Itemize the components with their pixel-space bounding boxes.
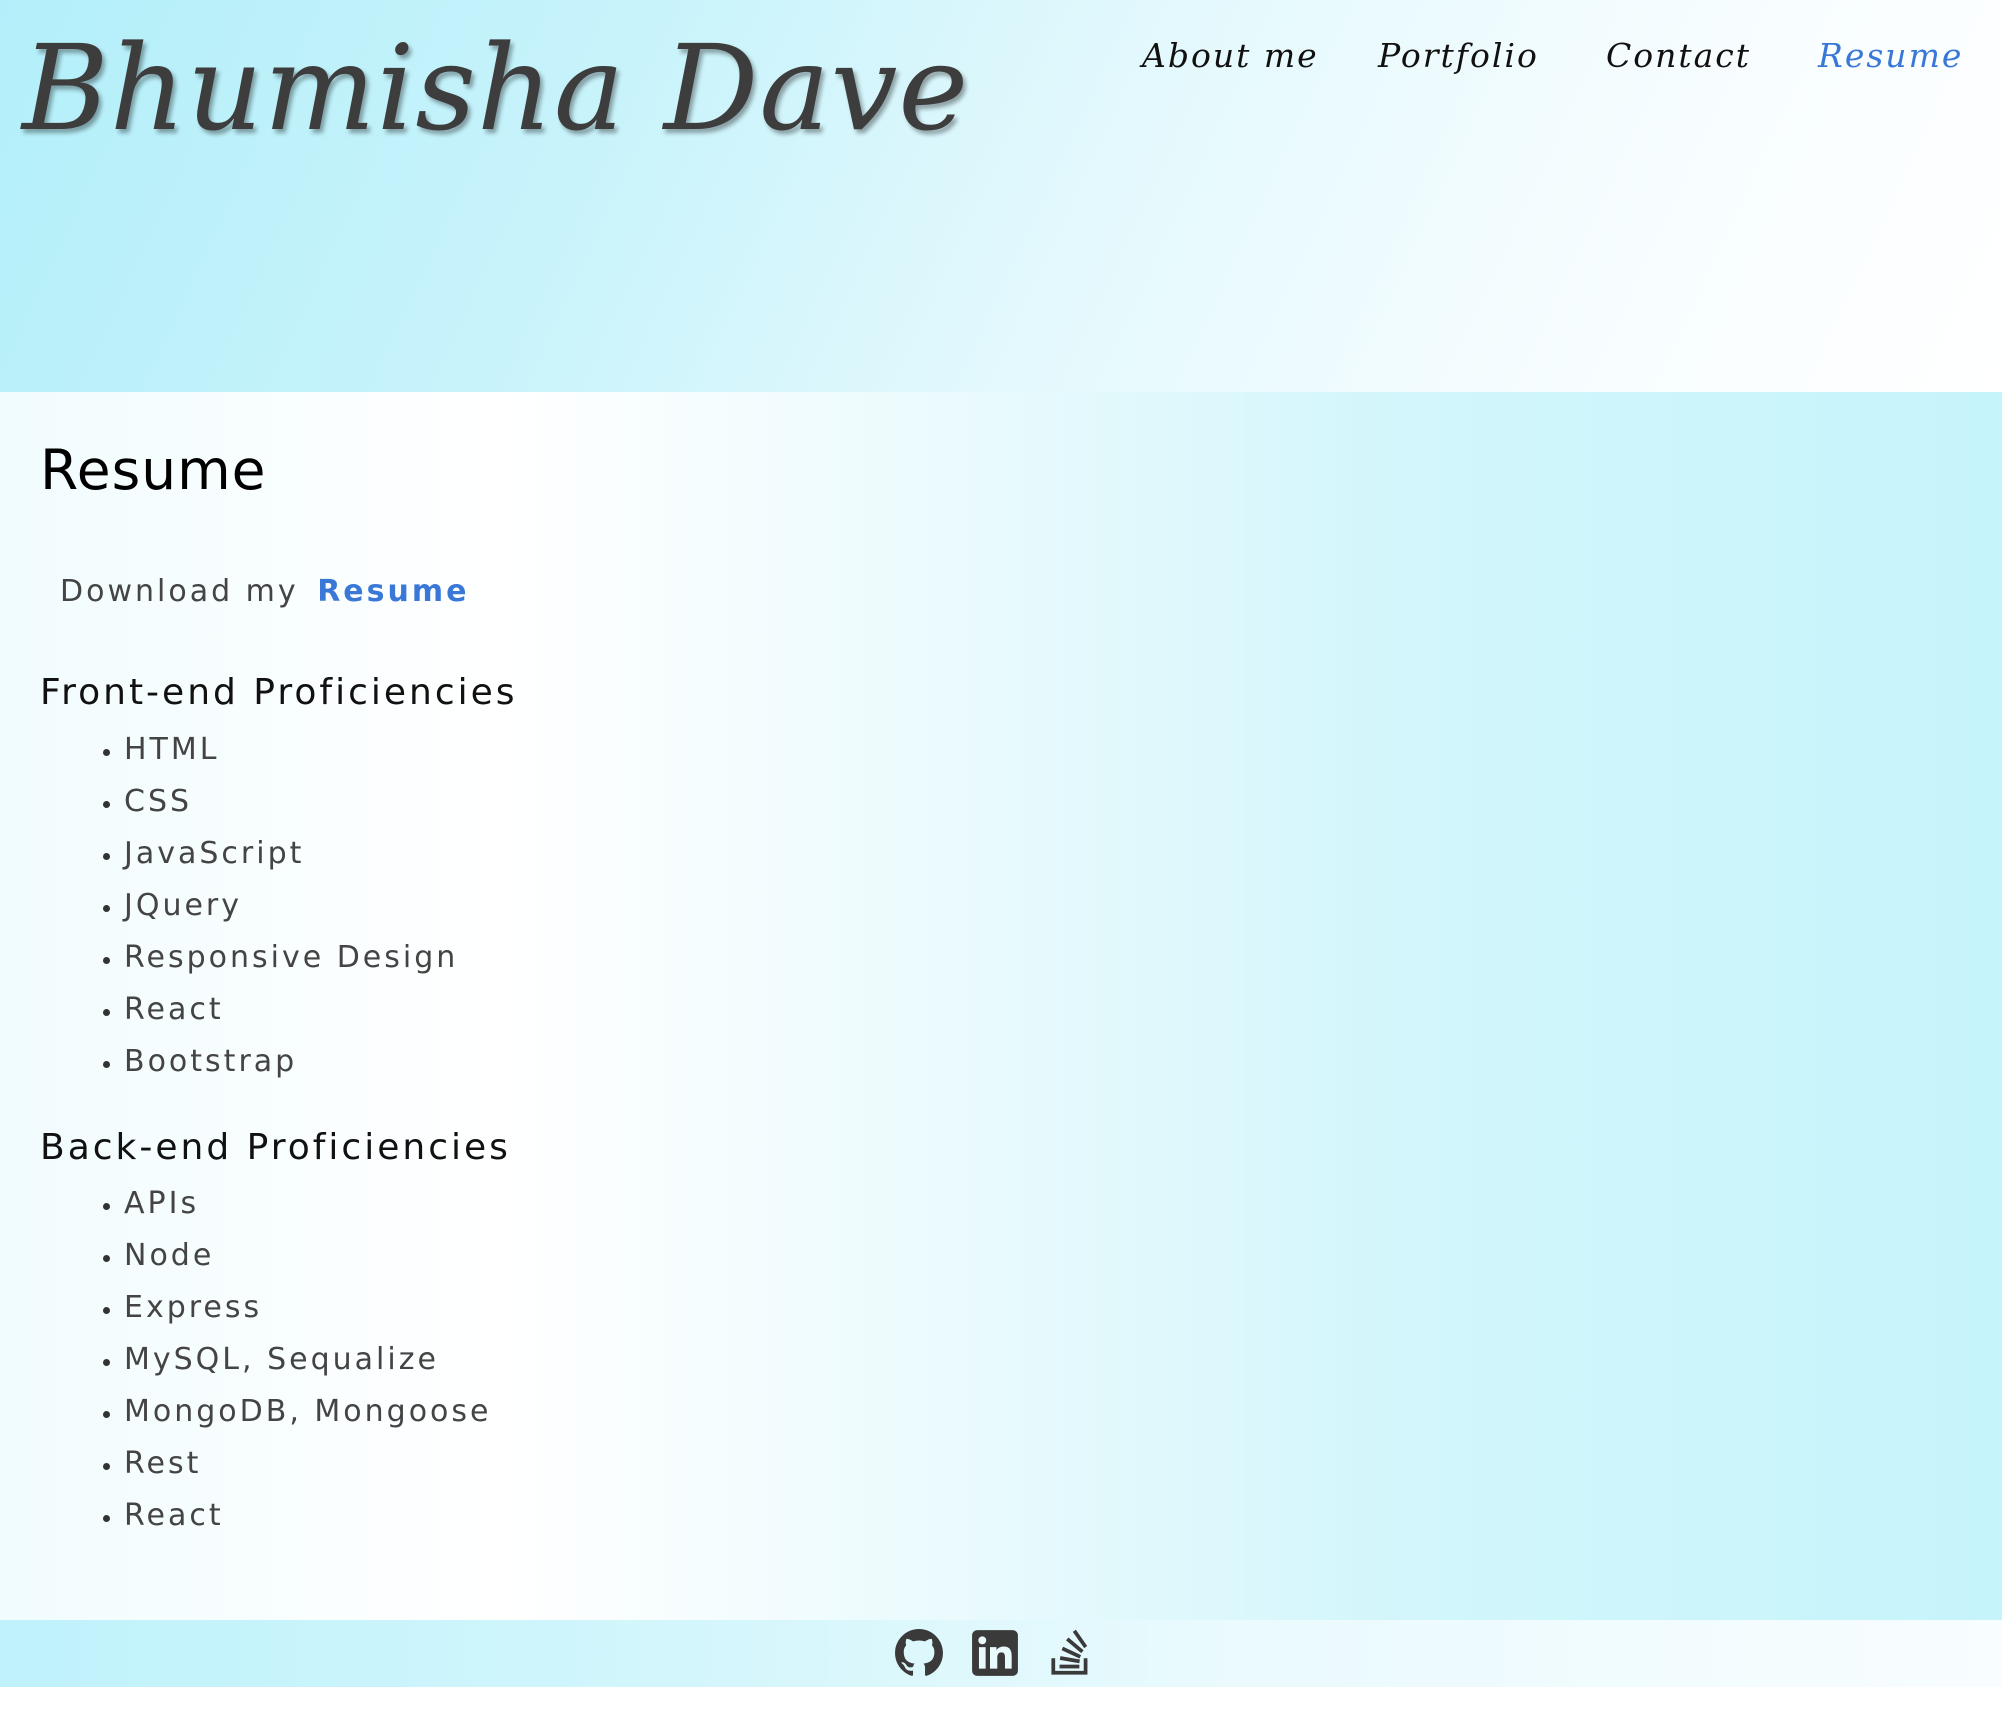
list-item: Node [124,1230,492,1282]
front-end-title: Front-end Proficiencies [40,672,518,713]
linkedin-icon[interactable] [970,1628,1020,1678]
list-item: React [124,984,458,1036]
site-header: Bhumisha Dave About me Portfolio Contact… [0,0,2002,392]
nav-link-portfolio[interactable]: Portfolio [1378,34,1539,78]
page-bottom [0,1687,2002,1726]
download-text: Download my [60,574,299,609]
back-end-list: APIs Node Express MySQL, Sequalize Mongo… [40,1178,492,1542]
list-item: Bootstrap [124,1036,458,1088]
list-item: JavaScript [124,828,458,880]
stackoverflow-icon[interactable] [1046,1628,1096,1678]
list-item: CSS [124,776,458,828]
social-links [894,1628,1096,1678]
resume-section: Resume Download my Resume Front-end Prof… [0,392,2002,1620]
list-item: APIs [124,1178,492,1230]
list-item: Rest [124,1438,492,1490]
github-icon[interactable] [894,1628,944,1678]
nav-link-resume[interactable]: Resume [1818,34,1963,78]
list-item: HTML [124,724,458,776]
download-line: Download my Resume [60,572,469,612]
list-item: MongoDB, Mongoose [124,1386,492,1438]
nav-link-about-me[interactable]: About me [1142,34,1319,78]
page-title: Resume [40,438,267,502]
list-item: Responsive Design [124,932,458,984]
list-item: JQuery [124,880,458,932]
site-title: Bhumisha Dave [22,19,970,157]
back-end-title: Back-end Proficiencies [40,1127,511,1168]
list-item: React [124,1490,492,1542]
list-item: MySQL, Sequalize [124,1334,492,1386]
main-nav: About me Portfolio Contact Resume [0,34,2002,84]
front-end-list: HTML CSS JavaScript JQuery Responsive De… [40,724,458,1088]
site-footer [0,1620,2002,1687]
nav-link-contact[interactable]: Contact [1606,34,1751,78]
download-resume-link[interactable]: Resume [317,574,469,609]
list-item: Express [124,1282,492,1334]
page: Bhumisha Dave About me Portfolio Contact… [0,0,2002,1726]
